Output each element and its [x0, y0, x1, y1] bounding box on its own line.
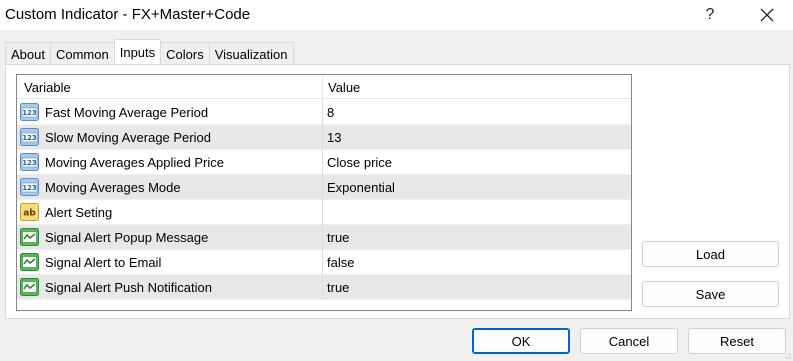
tab-about[interactable]: About: [5, 42, 51, 65]
column-header-variable[interactable]: Variable: [24, 75, 71, 99]
cell-divider: [322, 275, 323, 300]
column-header-value[interactable]: Value: [328, 75, 360, 99]
boolean-check-icon: [20, 253, 39, 271]
variable-name: Alert Seting: [45, 205, 113, 220]
close-icon: [760, 8, 774, 22]
variable-value[interactable]: Exponential: [327, 175, 395, 200]
resize-grip-icon[interactable]: [783, 351, 791, 359]
cell-divider: [322, 100, 323, 125]
variable-name: Signal Alert Push Notification: [45, 280, 212, 295]
variable-name: Signal Alert Popup Message: [45, 230, 209, 245]
tab-inputs[interactable]: Inputs: [113, 39, 162, 64]
numeric-123-icon: 123: [20, 178, 39, 196]
boolean-check-icon: [20, 228, 39, 246]
table-row[interactable]: Signal Alert to Email false: [17, 250, 631, 275]
ok-button[interactable]: OK: [472, 328, 570, 354]
close-button[interactable]: [750, 0, 784, 30]
load-button[interactable]: Load: [642, 241, 779, 267]
variable-name: Moving Averages Applied Price: [45, 155, 224, 170]
variable-name: Fast Moving Average Period: [45, 105, 209, 120]
svg-text:123: 123: [22, 109, 37, 117]
variable-value[interactable]: true: [327, 225, 349, 250]
boolean-check-icon: [20, 278, 39, 296]
table-row[interactable]: 123 Fast Moving Average Period 8: [17, 100, 631, 125]
help-icon: ?: [705, 6, 715, 23]
tab-common[interactable]: Common: [49, 42, 115, 65]
variable-value[interactable]: 8: [327, 100, 334, 125]
cell-divider: [322, 250, 323, 275]
tab-strip: About Common Inputs Colors Visualization: [5, 39, 294, 65]
table-row[interactable]: 123 Moving Averages Mode Exponential: [17, 175, 631, 200]
cell-divider: [322, 200, 323, 225]
column-divider[interactable]: [322, 75, 323, 99]
table-row[interactable]: Signal Alert Push Notification true: [17, 275, 631, 300]
cancel-button[interactable]: Cancel: [580, 328, 678, 354]
variable-name: Slow Moving Average Period: [45, 130, 211, 145]
reset-button[interactable]: Reset: [688, 328, 786, 354]
save-button[interactable]: Save: [642, 281, 779, 307]
cell-divider: [322, 150, 323, 175]
string-ab-icon: ab: [20, 203, 39, 221]
variable-name: Moving Averages Mode: [45, 180, 181, 195]
numeric-123-icon: 123: [20, 153, 39, 171]
svg-text:ab: ab: [23, 209, 36, 219]
inputs-grid: Variable Value 123 Fast Moving Average Pe…: [16, 74, 632, 311]
title-bar: Custom Indicator - FX+Master+Code ?: [0, 0, 793, 30]
tab-colors[interactable]: Colors: [160, 42, 210, 65]
table-row[interactable]: ab Alert Seting: [17, 200, 631, 225]
cell-divider: [322, 175, 323, 200]
numeric-123-icon: 123: [20, 128, 39, 146]
window-title: Custom Indicator - FX+Master+Code: [5, 6, 251, 23]
table-row[interactable]: 123 Slow Moving Average Period 13: [17, 125, 631, 150]
table-row[interactable]: 123 Moving Averages Applied Price Close pr…: [17, 150, 631, 175]
variable-value[interactable]: Close price: [327, 150, 392, 175]
table-row[interactable]: Signal Alert Popup Message true: [17, 225, 631, 250]
variable-value[interactable]: 13: [327, 125, 341, 150]
numeric-123-icon: 123: [20, 103, 39, 121]
inputs-panel: Variable Value 123 Fast Moving Average Pe…: [5, 64, 790, 319]
variable-name: Signal Alert to Email: [45, 255, 162, 270]
svg-text:123: 123: [22, 134, 37, 142]
tab-visualization[interactable]: Visualization: [208, 42, 294, 65]
help-button[interactable]: ?: [694, 0, 726, 30]
cell-divider: [322, 125, 323, 150]
svg-text:123: 123: [22, 159, 37, 167]
variable-value[interactable]: false: [327, 250, 354, 275]
grid-header: Variable Value: [17, 75, 631, 99]
variable-value[interactable]: true: [327, 275, 349, 300]
cell-divider: [322, 225, 323, 250]
svg-text:123: 123: [22, 184, 37, 192]
